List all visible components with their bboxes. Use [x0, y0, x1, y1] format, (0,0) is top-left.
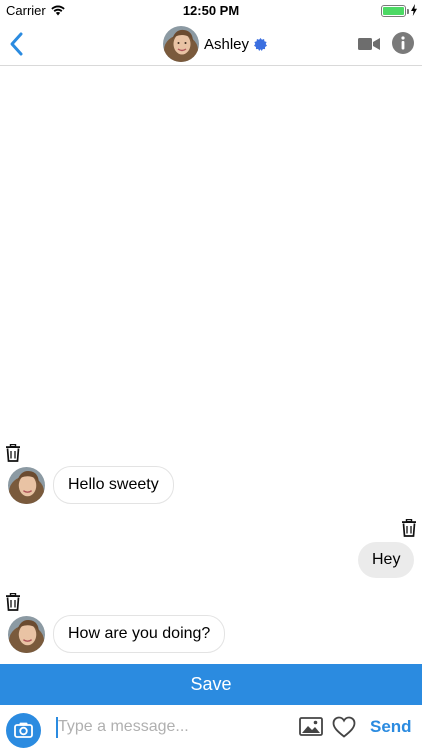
message-composer: Send: [0, 705, 422, 750]
trash-icon[interactable]: [5, 444, 21, 462]
verified-badge-icon: [254, 37, 268, 51]
chevron-left-icon: [10, 32, 23, 56]
message-list: Hello sweety Hey How are you doing?: [0, 67, 422, 663]
contact-header[interactable]: Ashley: [163, 25, 268, 63]
battery-icon: [381, 5, 409, 17]
send-button[interactable]: Send: [370, 717, 412, 737]
back-button[interactable]: [6, 30, 30, 58]
video-call-button[interactable]: [358, 36, 380, 52]
like-button[interactable]: [332, 716, 356, 738]
charging-bolt-icon: [411, 4, 417, 16]
message-input[interactable]: [58, 713, 288, 741]
status-time: 12:50 PM: [182, 3, 240, 18]
message-avatar: [8, 467, 45, 504]
trash-icon[interactable]: [5, 593, 21, 611]
info-button[interactable]: [392, 32, 414, 54]
save-button[interactable]: Save: [0, 664, 422, 705]
image-button[interactable]: [299, 717, 323, 736]
status-bar: Carrier 12:50 PM: [0, 0, 422, 22]
image-icon: [299, 717, 323, 736]
message-bubble-incoming: Hello sweety: [53, 466, 174, 504]
navigation-bar: Ashley: [0, 22, 422, 66]
info-icon: [392, 32, 414, 54]
heart-icon: [332, 716, 356, 738]
message-bubble-incoming: How are you doing?: [53, 615, 226, 653]
message-bubble-outgoing: Hey: [358, 542, 415, 578]
contact-avatar: [163, 26, 199, 62]
camera-button[interactable]: [6, 713, 41, 748]
camera-icon: [14, 722, 33, 738]
trash-icon[interactable]: [401, 519, 417, 537]
contact-name: Ashley: [204, 35, 250, 53]
video-camera-icon: [358, 38, 380, 50]
message-avatar: [8, 616, 45, 653]
